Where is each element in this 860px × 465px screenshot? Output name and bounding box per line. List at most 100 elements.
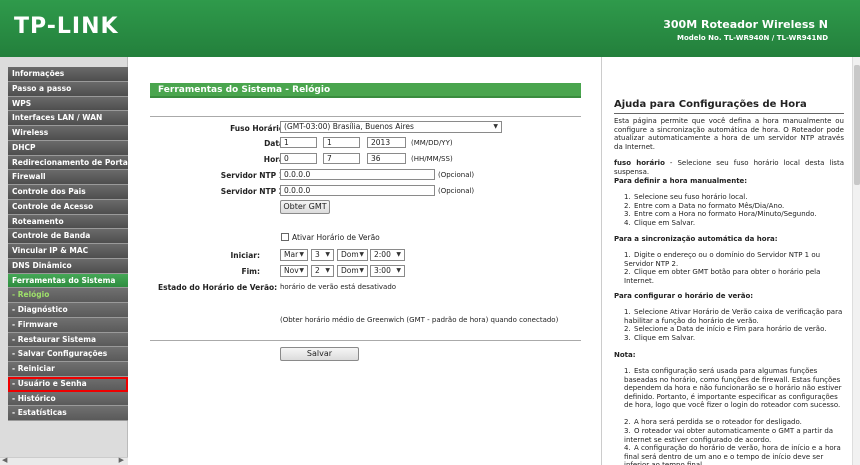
time-label: Hora: [263,155,287,164]
help-dst-step-text: Selecione a Data de início e Fim para ho… [634,325,827,333]
header-bar: TP-LINK 300M Roteador Wireless N Modelo … [0,0,860,57]
sidebar-horizontal-scrollbar[interactable]: ◀ ▶ [0,456,128,465]
dst-start-week-select[interactable]: 3 ▼ [311,249,334,261]
gmt-info-text: (Obter horário médio de Greenwich (GMT -… [280,316,559,324]
help-manual-step-text: Entre com a Hora no formato Hora/Minuto/… [634,210,817,218]
dst-start-month-select[interactable]: Mar ▼ [280,249,308,261]
sidebar-item-wireless[interactable]: Wireless [8,126,128,141]
dst-start-day-select[interactable]: Dom ▼ [337,249,368,261]
sidebar-item-usuario-e-senha[interactable]: - Usuário e Senha [8,376,128,392]
sidebar-item-estatisticas[interactable]: - Estatísticas [8,406,128,421]
help-title: Ajuda para Configurações de Hora [614,99,807,110]
chevron-down-icon: ▼ [396,251,401,258]
help-manual-step: 4. Clique em Salvar. [624,218,696,227]
dst-end-week-select[interactable]: 2 ▼ [311,265,334,277]
model-number: Modelo No. TL-WR940N / TL-WR941ND [677,34,828,42]
chevron-down-icon: ▼ [325,251,330,258]
sidebar-item-restaurar-sistema[interactable]: - Restaurar Sistema [8,332,128,348]
main-content: Ferramentas do Sistema - Relógio Fuso Ho… [130,57,600,465]
help-note-text: O roteador vai obter automaticamente o G… [624,427,834,444]
ntp1-input[interactable]: 0.0.0.0 [280,169,435,180]
help-manual-step-text: Selecione seu fuso horário local. [634,193,748,201]
sidebar-item-passo-a-passo[interactable]: Passo a passo [8,81,128,97]
help-divider [614,113,844,114]
help-timezone-term: fuso horário [614,159,665,167]
ntp1-optional-note: (Opcional) [438,171,475,179]
sidebar-item-vincular-ip-mac[interactable]: Vincular IP & MAC [8,244,128,259]
date-day-input[interactable]: 1 [323,137,360,148]
sidebar-item-dhcp[interactable]: DHCP [8,140,128,156]
dst-start-time-select[interactable]: 2:00 ▼ [370,249,405,261]
dst-checkbox[interactable] [281,233,289,241]
page-title: Ferramentas do Sistema - Relógio [150,83,581,98]
help-auto-heading: Para a sincronização automática da hora: [614,235,778,243]
sidebar-item-controle-dos-pais[interactable]: Controle dos Pais [8,185,128,200]
sidebar-item-firmware[interactable]: - Firmware [8,317,128,333]
scroll-right-icon[interactable]: ▶ [119,456,124,464]
dst-end-label: Fim: [241,267,260,276]
dst-end-month-select[interactable]: Nov ▼ [280,265,308,277]
dst-start-month-value: Mar [284,250,299,259]
timezone-select[interactable]: (GMT-03:00) Brasília, Buenos Aires ▼ [280,121,502,133]
sidebar-item-firewall[interactable]: Firewall [8,170,128,185]
save-button[interactable]: Salvar [280,347,359,361]
timezone-value: (GMT-03:00) Brasília, Buenos Aires [284,122,414,131]
chevron-down-icon: ▼ [299,251,304,258]
help-note: 1. Esta configuração será usada para algu… [624,367,842,409]
time-second-input[interactable]: 36 [367,153,406,164]
dst-end-day-value: Dom [341,266,359,275]
sidebar-menu: Informações Passo a passo WPS Interfaces LA… [8,67,128,421]
help-manual-step-text: Entre com a Data no formato Mês/Dia/Ano. [634,201,785,210]
sidebar-item-informacoes[interactable]: Informações [8,67,128,82]
help-dst-step: 3. Clique em Salvar. [624,333,696,342]
sidebar-item-reiniciar[interactable]: - Reiniciar [8,362,128,377]
ntp1-label: Servidor NTP 1: [220,171,287,180]
sidebar-item-dns-dinamico[interactable]: DNS Dinâmico [8,258,128,274]
help-timezone-paragraph: fuso horário - Selecione seu fuso horári… [614,159,844,176]
sidebar-item-roteamento[interactable]: Roteamento [8,214,128,230]
date-label: Data: [264,139,287,148]
sidebar-item-interfaces-lan-wan[interactable]: Interfaces LAN / WAN [8,111,128,126]
date-month-input[interactable]: 1 [280,137,317,148]
help-manual-step: 3. Entre com a Hora no formato Hora/Minut… [624,210,817,218]
help-scrollbar-thumb[interactable] [854,65,860,185]
time-format-hint: (HH/MM/SS) [411,155,453,163]
sidebar-item-salvar-configuracoes[interactable]: - Salvar Configurações [8,347,128,362]
chevron-down-icon: ▼ [299,267,304,274]
sidebar-item-relogio[interactable]: - Relógio [8,288,128,303]
chevron-down-icon: ▼ [396,267,401,274]
sidebar-item-controle-de-banda[interactable]: Controle de Banda [8,229,128,244]
help-dst-heading: Para configurar o horário de verão: [614,292,754,300]
dst-end-week-value: 2 [315,266,320,275]
sidebar-item-historico[interactable]: - Histórico [8,391,128,407]
get-gmt-button[interactable]: Obter GMT [280,200,330,214]
dst-end-month-value: Nov [284,266,299,275]
date-year-input[interactable]: 2013 [367,137,406,148]
divider [150,116,581,117]
dst-end-time-value: 3:00 [374,266,391,275]
help-manual-step: 1. Selecione seu fuso horário local. [624,193,748,201]
dst-status-value: horário de verão está desativado [280,283,397,291]
dst-end-time-select[interactable]: 3:00 ▼ [370,265,405,277]
sidebar-item-ferramentas-do-sistema[interactable]: Ferramentas do Sistema [8,273,128,289]
help-dst-step-text: Clique em Salvar. [634,333,696,342]
help-dst-step-text: Selecione Ativar Horário de Verão caixa … [624,308,843,325]
divider [150,340,581,341]
dst-end-day-select[interactable]: Dom ▼ [337,265,368,277]
scroll-left-icon[interactable]: ◀ [2,456,7,464]
dst-start-week-value: 3 [315,250,320,259]
dst-status-label: Estado do Horário de Verão: [158,283,278,292]
time-minute-input[interactable]: 7 [323,153,360,164]
sidebar: Informações Passo a passo WPS Interfaces LA… [0,57,128,465]
date-format-hint: (MM/DD/YY) [411,139,453,147]
sidebar-item-redirecionamento-de-portas[interactable]: Redirecionamento de Portas [8,155,128,171]
ntp2-input[interactable]: 0.0.0.0 [280,185,435,196]
help-manual-heading: Para definir a hora manualmente: [614,177,748,185]
sidebar-item-controle-de-acesso[interactable]: Controle de Acesso [8,199,128,215]
chevron-down-icon: ▼ [359,267,364,274]
help-scrollbar[interactable] [852,57,860,465]
help-auto-step: 2. Clique em obter GMT botão para obter o… [624,268,821,285]
time-hour-input[interactable]: 0 [280,153,317,164]
sidebar-item-wps[interactable]: WPS [8,96,128,112]
sidebar-item-diagnostico[interactable]: - Diagnóstico [8,303,128,318]
